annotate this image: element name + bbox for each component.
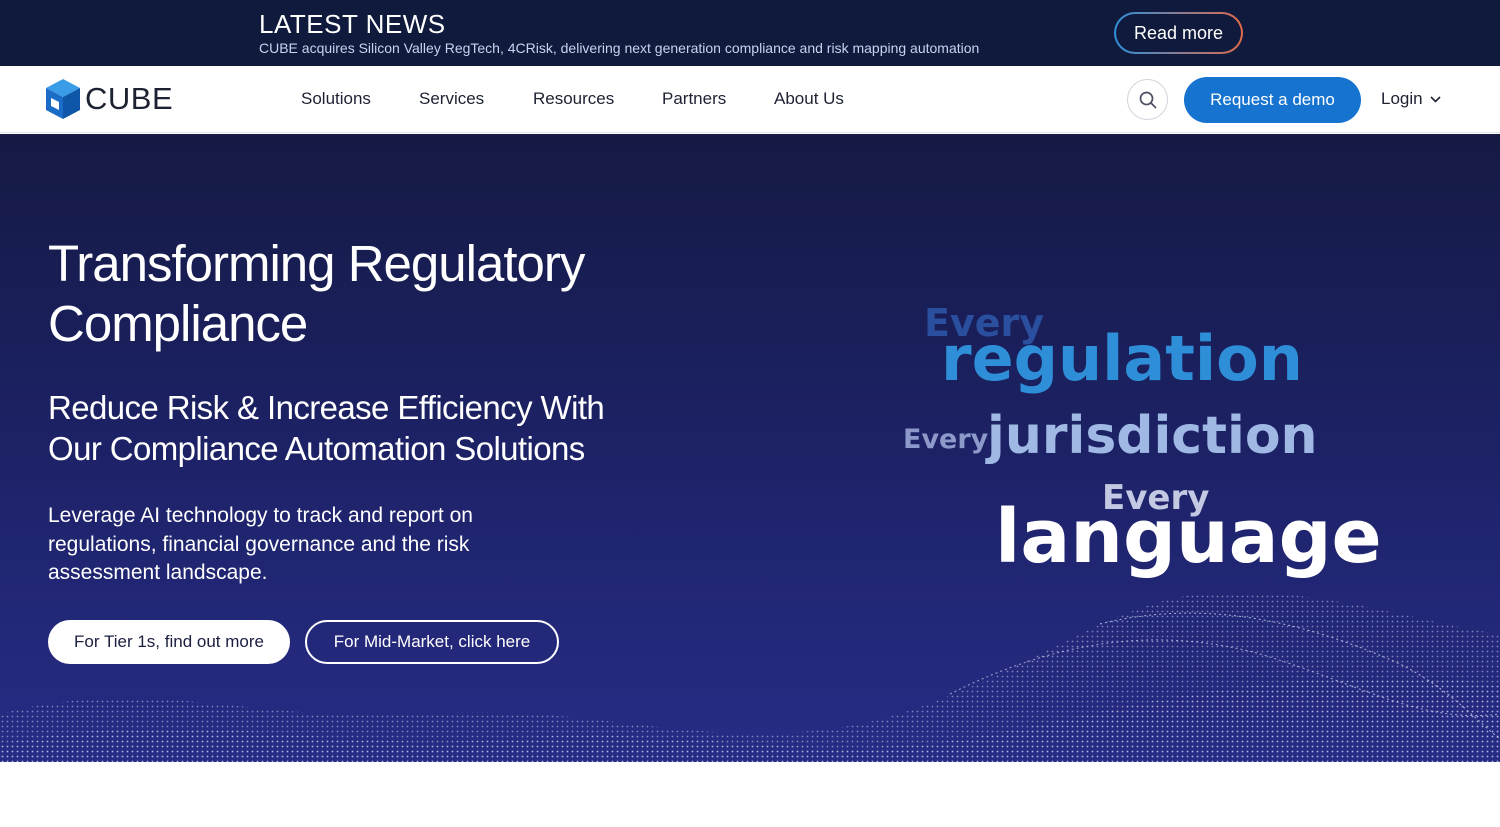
news-title: LATEST NEWS xyxy=(259,9,446,39)
request-demo-button[interactable]: Request a demo xyxy=(1184,77,1361,123)
nav-item-partners[interactable]: Partners xyxy=(662,89,726,109)
news-bar: LATEST NEWS CUBE acquires Silicon Valley… xyxy=(0,0,1500,66)
read-more-button[interactable]: Read more xyxy=(1114,12,1243,54)
search-button[interactable] xyxy=(1127,79,1168,120)
login-dropdown[interactable]: Login xyxy=(1381,89,1441,109)
main-nav: CUBE Solutions Services Resources Partne… xyxy=(0,66,1500,133)
search-icon xyxy=(1139,91,1156,108)
chevron-down-icon xyxy=(1430,95,1441,103)
jurisdiction-word: jurisdiction xyxy=(987,406,1318,466)
hero-subtitle-line: Reduce Risk & Increase Efficiency With xyxy=(48,389,605,426)
login-label: Login xyxy=(1381,89,1423,108)
hero-description-line: Leverage AI technology to track and repo… xyxy=(48,504,473,527)
nav-item-about-us[interactable]: About Us xyxy=(774,89,844,109)
tier1-button[interactable]: For Tier 1s, find out more xyxy=(48,620,290,664)
hero-subtitle-line: Our Compliance Automation Solutions xyxy=(48,430,585,467)
nav-item-resources[interactable]: Resources xyxy=(533,89,614,109)
nav-item-services[interactable]: Services xyxy=(419,89,484,109)
regulation-word: regulation xyxy=(941,322,1303,395)
hero-description: Leverage AI technology to track and repo… xyxy=(48,502,508,588)
cube-logo-icon xyxy=(46,79,80,119)
logo-text: CUBE xyxy=(85,81,174,116)
hero-subtitle: Reduce Risk & Increase Efficiency With O… xyxy=(48,387,648,469)
language-word: language xyxy=(995,494,1382,580)
mid-market-button[interactable]: For Mid-Market, click here xyxy=(305,620,559,664)
cube-logo[interactable]: CUBE xyxy=(45,78,173,120)
hero-description-line: regulations, financial governance and th… xyxy=(48,532,470,556)
hero-description-line: assessment landscape. xyxy=(48,561,268,584)
read-more-label: Read more xyxy=(1116,14,1241,52)
nav-item-solutions[interactable]: Solutions xyxy=(301,89,371,109)
hero-title: Transforming Regulatory Compliance xyxy=(48,234,688,354)
hero-section: Transforming Regulatory Compliance Reduc… xyxy=(0,134,1500,762)
hero-title-line: Transforming Regulatory xyxy=(48,235,585,292)
every-word-2: Every xyxy=(903,424,989,455)
hero-title-line: Compliance xyxy=(48,295,308,352)
news-headline[interactable]: CUBE acquires Silicon Valley RegTech, 4C… xyxy=(259,40,979,56)
